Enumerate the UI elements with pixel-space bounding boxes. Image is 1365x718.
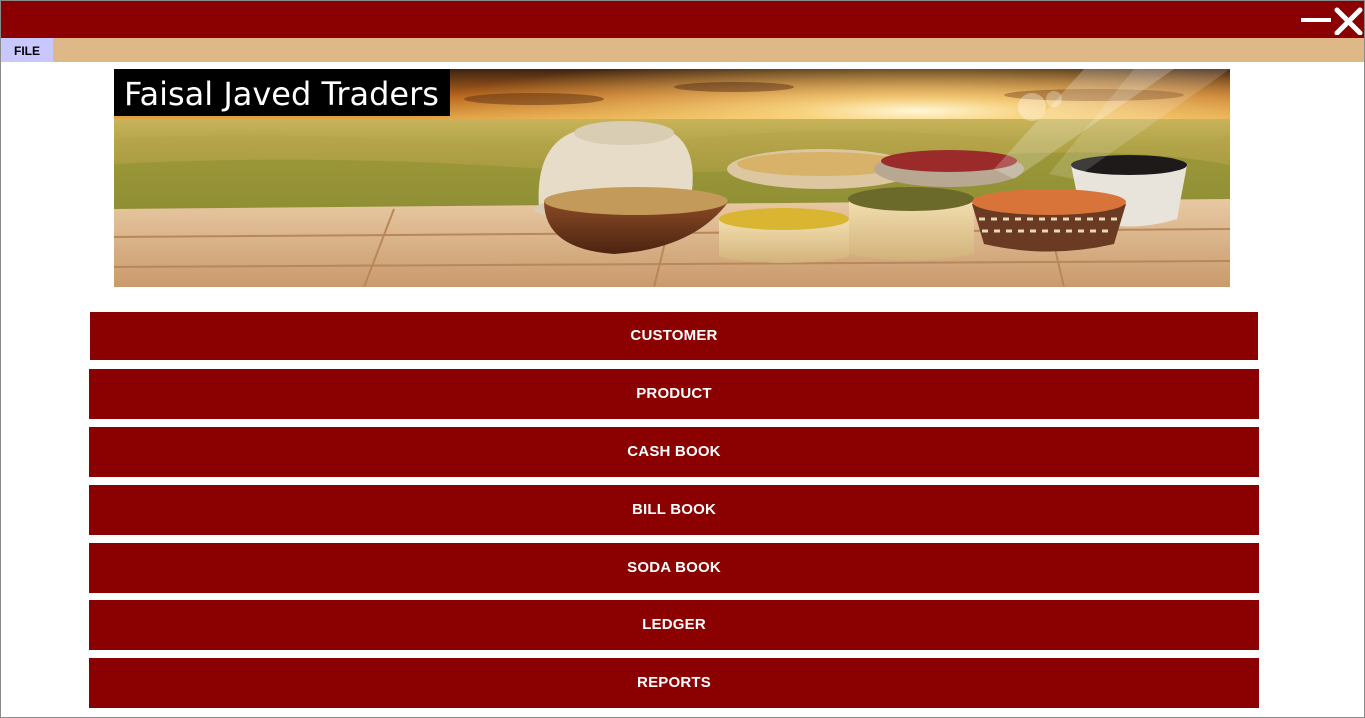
close-button[interactable] (1333, 7, 1363, 36)
soda-book-button[interactable]: SODA BOOK (89, 543, 1259, 593)
minimize-button[interactable] (1300, 7, 1331, 33)
title-bar (1, 1, 1364, 38)
minimize-icon (1301, 18, 1331, 22)
brand-title: Faisal Javed Traders (114, 69, 450, 116)
app-window: FILE Faisal Javed Traders CUSTOMER PRODU… (0, 0, 1365, 718)
bill-book-button[interactable]: BILL BOOK (89, 485, 1259, 535)
customer-button[interactable]: CUSTOMER (90, 312, 1258, 360)
product-button[interactable]: PRODUCT (89, 369, 1259, 419)
cash-book-button[interactable]: CASH BOOK (89, 427, 1259, 477)
banner-image: Faisal Javed Traders (114, 69, 1230, 287)
reports-button[interactable]: REPORTS (89, 658, 1259, 708)
close-icon (1334, 7, 1363, 36)
menu-bar: FILE (1, 38, 1364, 62)
ledger-button[interactable]: LEDGER (89, 600, 1259, 650)
file-menu[interactable]: FILE (1, 38, 53, 62)
